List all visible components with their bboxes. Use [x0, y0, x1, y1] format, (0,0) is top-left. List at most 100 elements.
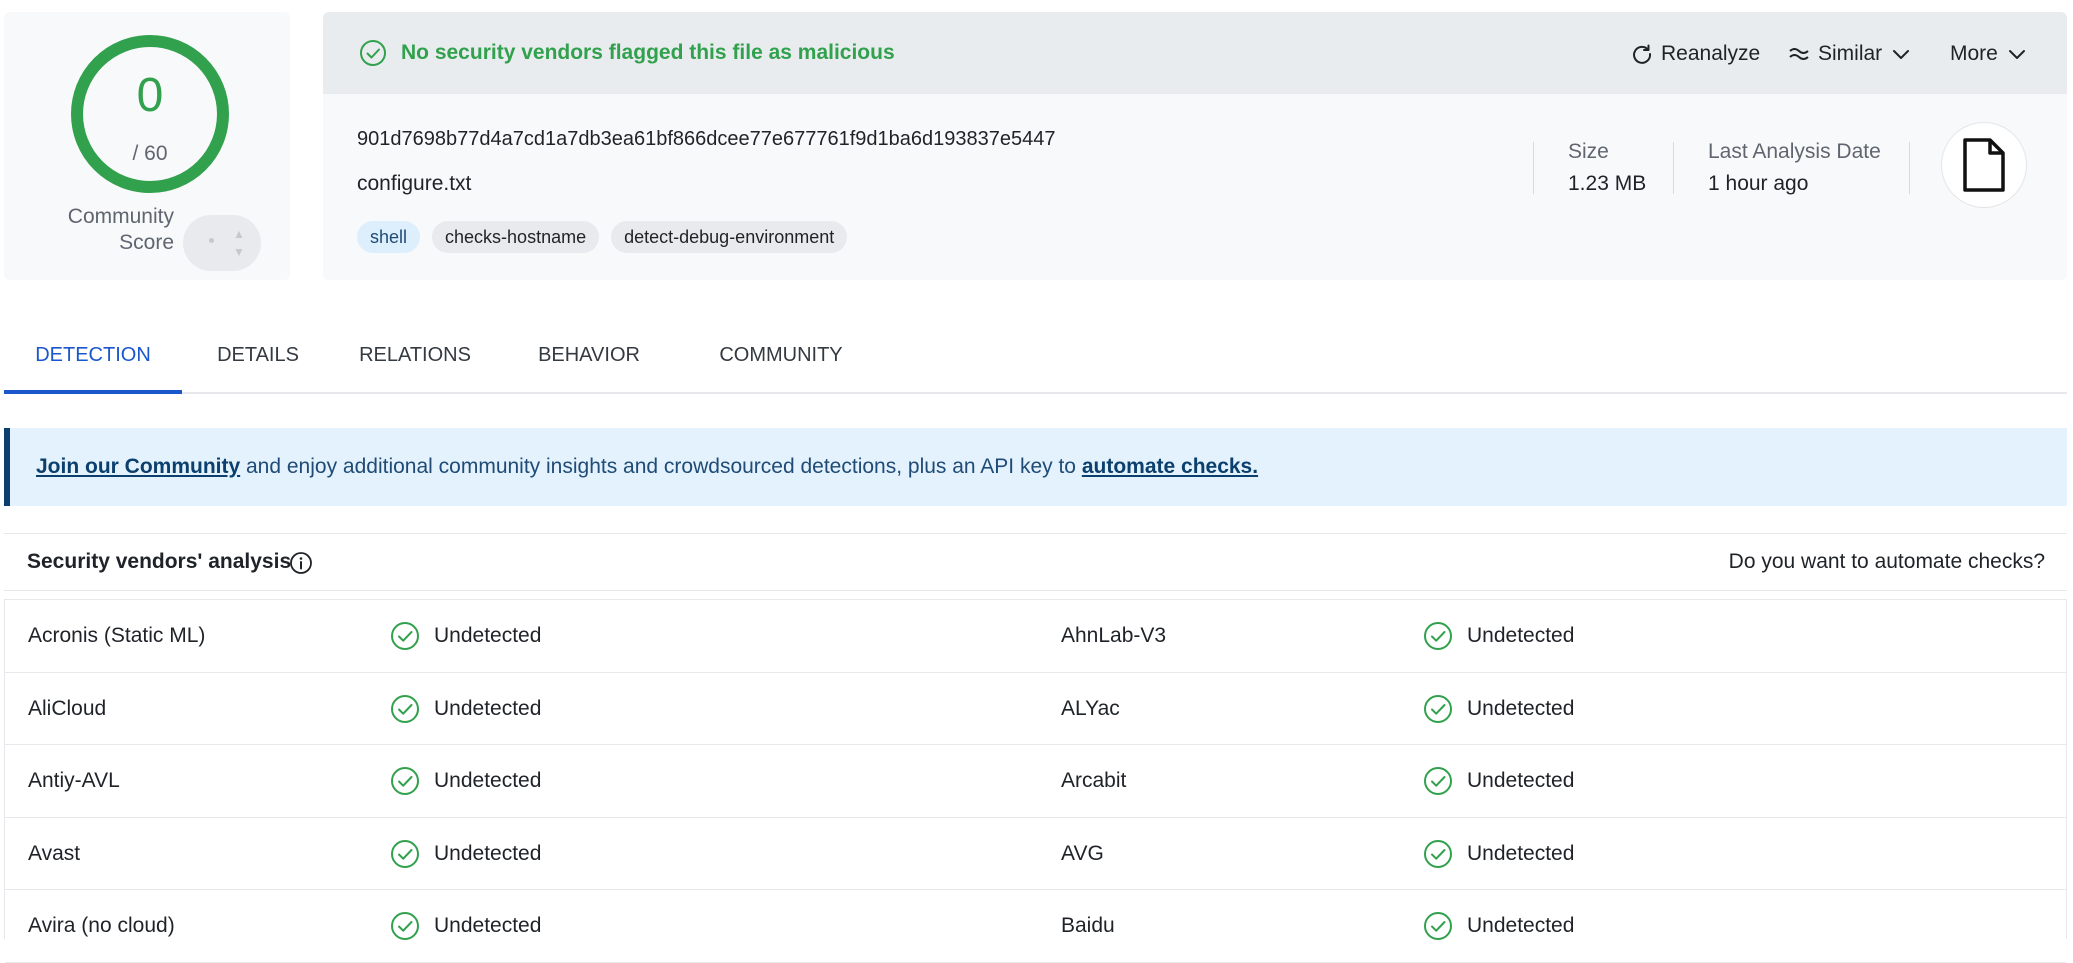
divider — [1673, 142, 1674, 194]
community-label-line1: Community — [67, 205, 174, 228]
automate-checks-prompt[interactable]: Do you want to automate checks? — [1729, 550, 2045, 574]
tag-detect-debug-environment[interactable]: detect-debug-environment — [611, 221, 848, 253]
vendor-result-label: Undetected — [1467, 769, 1575, 792]
check-circle-icon — [391, 912, 419, 940]
vendor-name: Avast — [28, 841, 81, 865]
more-label: More — [1950, 42, 1998, 65]
vendor-name: Avira (no cloud) — [28, 914, 175, 937]
tab-community[interactable]: COMMUNITY — [698, 316, 864, 394]
file-icon — [1963, 138, 2005, 192]
check-circle-icon — [391, 694, 419, 723]
refresh-icon — [1633, 44, 1652, 64]
similar-icon — [1789, 48, 1809, 60]
tag-shell[interactable]: shell — [357, 221, 421, 253]
vendor-name: ALYac — [1061, 696, 1120, 720]
vendors-header: Security vendors' analysis Do you want t… — [4, 533, 2067, 591]
community-vote-control[interactable]: ▲ ▼ — [183, 215, 261, 271]
vendor-result-label: Undetected — [434, 769, 542, 792]
vendor-name: Arcabit — [1061, 769, 1127, 792]
check-circle-icon — [391, 767, 419, 795]
vendor-result: Undetected — [390, 818, 541, 890]
tab-detection[interactable]: DETECTION — [4, 316, 182, 394]
vendor-result-label: Undetected — [434, 841, 542, 865]
community-score-label: Community Score — [44, 204, 174, 256]
file-hash[interactable]: 901d7698b77d4a7cd1a7db3ea61bf866dcee77e6… — [357, 128, 1056, 151]
table-row: AliCloud Undetected ALYac Undetected — [5, 673, 2066, 745]
check-circle-icon — [1424, 912, 1452, 940]
vendor-result: Undetected — [1423, 600, 1574, 672]
detection-score: 0 — [136, 69, 164, 122]
size-value: 1.23 MB — [1568, 172, 1647, 195]
reanalyze-button[interactable]: Reanalyze — [1631, 36, 1760, 72]
vendor-result: Undetected — [390, 745, 541, 817]
file-tags: shell checks-hostname detect-debug-envir… — [357, 221, 848, 253]
similar-button[interactable]: Similar — [1788, 36, 1912, 72]
verdict-bar: No security vendors flagged this file as… — [323, 12, 2067, 94]
detection-total: / 60 — [132, 142, 168, 165]
date-label: Last Analysis Date — [1708, 140, 1881, 163]
check-circle-icon — [360, 40, 386, 66]
vendor-name: AliCloud — [28, 696, 107, 720]
vendor-result-label: Undetected — [434, 914, 542, 937]
vendor-result: Undetected — [1423, 745, 1574, 817]
vendor-result: Undetected — [390, 890, 541, 962]
table-row: Antiy-AVL Undetected Arcabit Undetected — [5, 745, 2066, 818]
tab-behavior[interactable]: BEHAVIOR — [526, 316, 652, 394]
vote-up-icon[interactable]: ▲ — [233, 228, 245, 240]
info-icon[interactable] — [289, 551, 313, 575]
vendor-result: Undetected — [390, 673, 541, 745]
join-community-link[interactable]: Join our Community — [36, 455, 240, 478]
vendor-result-label: Undetected — [1467, 841, 1575, 865]
vendor-result-label: Undetected — [1467, 624, 1575, 647]
table-row: Avira (no cloud) Undetected Baidu Undete… — [5, 890, 2066, 963]
reanalyze-label: Reanalyze — [1661, 42, 1761, 65]
vendor-name: AVG — [1061, 841, 1104, 865]
vendor-result-label: Undetected — [1467, 696, 1575, 720]
report-tabs: DETECTION DETAILS RELATIONS BEHAVIOR COM… — [4, 316, 2067, 394]
community-label-line2: Score — [119, 231, 174, 254]
size-label: Size — [1568, 140, 1609, 163]
similar-label: Similar — [1818, 42, 1883, 65]
vendor-name: Acronis (Static ML) — [28, 624, 206, 647]
vote-dot — [209, 238, 214, 243]
check-circle-icon — [391, 622, 419, 650]
vendor-result: Undetected — [1423, 673, 1574, 745]
community-banner: Join our Community and enjoy additional … — [4, 428, 2067, 506]
vendor-result-label: Undetected — [1467, 914, 1575, 937]
vendor-name: Antiy-AVL — [28, 769, 120, 792]
automate-checks-link[interactable]: automate checks. — [1082, 455, 1258, 478]
verdict-text: No security vendors flagged this file as… — [401, 41, 895, 64]
file-summary-card: No security vendors flagged this file as… — [323, 12, 2067, 280]
tag-checks-hostname[interactable]: checks-hostname — [432, 221, 600, 253]
banner-text: and enjoy additional community insights … — [240, 455, 1082, 478]
chevron-down-icon — [1893, 50, 1910, 59]
vendor-name: Baidu — [1061, 914, 1115, 937]
divider — [1909, 142, 1910, 194]
divider — [1533, 142, 1534, 194]
file-type-badge — [1941, 122, 2027, 208]
vendor-result-label: Undetected — [434, 624, 542, 647]
vendor-name: AhnLab-V3 — [1061, 624, 1167, 647]
vote-down-icon[interactable]: ▼ — [233, 246, 245, 258]
vendor-result-label: Undetected — [434, 696, 542, 720]
vendor-result: Undetected — [390, 600, 541, 672]
file-size: Size 1.23 MB — [1568, 140, 1646, 196]
tab-details[interactable]: DETAILS — [208, 316, 308, 394]
file-name: configure.txt — [357, 172, 472, 195]
check-circle-icon — [1424, 694, 1452, 723]
vendor-results-table: Acronis (Static ML) Undetected AhnLab-V3… — [4, 599, 2067, 963]
chevron-down-icon — [2008, 50, 2025, 59]
table-row: Acronis (Static ML) Undetected AhnLab-V3… — [5, 600, 2066, 673]
vendors-title: Security vendors' analysis — [27, 550, 292, 573]
vendor-result: Undetected — [1423, 890, 1574, 962]
check-circle-icon — [1424, 767, 1452, 795]
vendor-result: Undetected — [1423, 818, 1574, 890]
tab-relations[interactable]: RELATIONS — [350, 316, 480, 394]
last-analysis-date: Last Analysis Date 1 hour ago — [1708, 140, 1881, 196]
date-value: 1 hour ago — [1708, 172, 1809, 195]
check-circle-icon — [1424, 622, 1452, 650]
table-row: Avast Undetected AVG Undetected — [5, 818, 2066, 890]
check-circle-icon — [391, 839, 419, 868]
community-score-card: 0 / 60 Community Score ▲ ▼ — [4, 12, 290, 280]
more-button[interactable]: More — [1950, 36, 2028, 72]
